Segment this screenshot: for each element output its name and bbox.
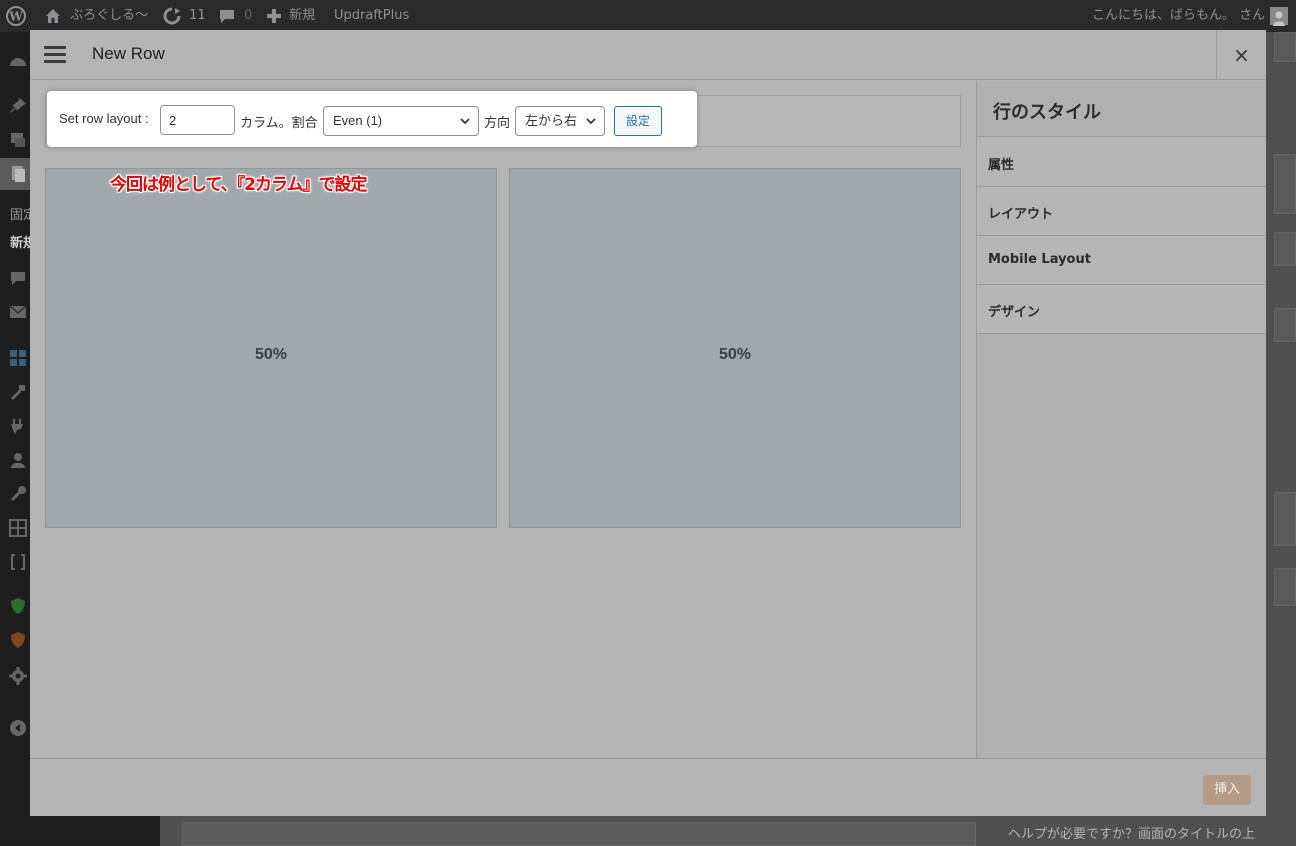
bg-panel	[1274, 568, 1296, 606]
close-button[interactable]: ×	[1216, 30, 1266, 80]
column-cell-1[interactable]: 50%	[45, 168, 497, 528]
new-label: 新規	[289, 8, 316, 23]
new-content-link[interactable]: 新規	[266, 0, 315, 32]
modal-footer: 挿入	[30, 758, 1266, 816]
direction-selected-value: 左から右	[525, 113, 578, 128]
modal-header: New Row ×	[30, 30, 1266, 80]
bg-panel	[1274, 154, 1296, 214]
columns-input[interactable]	[160, 105, 235, 135]
help-text: ヘルプが必要ですか？画面のタイトルの上	[1008, 827, 1256, 842]
set-row-layout-label: Set row layout :	[59, 111, 149, 126]
pages-icon[interactable]	[8, 164, 28, 184]
direction-select[interactable]: 左から右	[515, 106, 605, 136]
direction-label: 方向	[484, 115, 511, 130]
security-plugin-icon[interactable]	[8, 630, 28, 650]
section-attributes[interactable]: 属性	[977, 138, 1266, 187]
bg-panel	[182, 822, 976, 846]
comments-menu-icon[interactable]	[8, 268, 28, 288]
site-name: ぶろぐしる〜	[70, 8, 149, 23]
row-layout-toolbar: Set row layout : カラム。割合 Even (1) 方向 左から右…	[47, 91, 697, 147]
section-layout[interactable]: レイアウト	[977, 187, 1266, 236]
column-width-label: 50%	[718, 346, 752, 363]
appearance-icon[interactable]	[8, 382, 28, 402]
site-home-link[interactable]: ぶろぐしる〜	[44, 0, 148, 32]
media-icon[interactable]	[8, 130, 28, 150]
updraftplus-link[interactable]: UpdraftPlus	[334, 0, 409, 32]
column-cell-2[interactable]: 50%	[509, 168, 961, 528]
bg-panel	[1274, 308, 1296, 342]
comments-count: 0	[244, 8, 253, 23]
set-layout-button[interactable]: 設定	[614, 106, 662, 136]
brackets-icon[interactable]	[8, 552, 28, 572]
new-row-modal: New Row × 50% 50% 行のスタイル 属性 レイアウト Mobile…	[30, 30, 1266, 816]
annotation-text: 今回は例として、『2カラム』で設定	[110, 175, 367, 195]
comment-icon	[220, 9, 234, 23]
columns-ratio-label: カラム。割合	[240, 115, 318, 130]
bg-panel	[1274, 232, 1296, 266]
modal-title: New Row	[92, 44, 165, 63]
collapse-menu-icon[interactable]	[8, 718, 28, 738]
plugins-icon[interactable]	[8, 416, 28, 436]
gear-icon[interactable]	[8, 666, 28, 686]
section-mobile-layout[interactable]: Mobile Layout	[977, 236, 1266, 285]
comments-link[interactable]: 0	[218, 0, 252, 32]
bg-panel	[1274, 492, 1296, 546]
admin-bar: W ぶろぐしる〜 11 0 新規 UpdraftPlus こんにちは、ばらもん。…	[0, 0, 1296, 32]
chevron-down-icon	[460, 118, 470, 125]
ratio-selected-value: Even (1)	[333, 113, 383, 128]
updates-link[interactable]: 11	[162, 0, 206, 32]
pin-icon[interactable]	[8, 96, 28, 116]
shield-icon[interactable]	[8, 596, 28, 616]
column-width-label: 50%	[254, 346, 288, 363]
hamburger-menu-icon[interactable]	[44, 46, 66, 64]
ratio-select[interactable]: Even (1)	[323, 106, 479, 136]
tools-icon[interactable]	[8, 484, 28, 504]
updates-icon	[163, 7, 181, 24]
sidebar-title: 行のスタイル	[977, 81, 1266, 137]
row-style-sidebar: 行のスタイル 属性 レイアウト Mobile Layout デザイン	[976, 81, 1266, 758]
dashboard-icon[interactable]	[8, 52, 28, 72]
section-design[interactable]: デザイン	[977, 285, 1266, 334]
account-greeting[interactable]: こんにちは、ばらもん。 さん	[1092, 0, 1265, 32]
users-icon[interactable]	[8, 450, 28, 470]
page-builder-icon[interactable]	[8, 348, 28, 368]
insert-button[interactable]: 挿入	[1203, 775, 1251, 805]
bg-panel	[1274, 32, 1296, 62]
updates-count: 11	[189, 8, 206, 23]
mail-icon[interactable]	[8, 302, 28, 322]
avatar[interactable]	[1270, 7, 1288, 26]
settings-grid-icon[interactable]	[8, 518, 28, 538]
svg-text:W: W	[8, 9, 23, 23]
chevron-down-icon	[586, 118, 596, 125]
wordpress-logo-icon[interactable]: W	[6, 0, 26, 32]
plus-icon	[267, 8, 281, 23]
home-icon	[46, 8, 60, 23]
